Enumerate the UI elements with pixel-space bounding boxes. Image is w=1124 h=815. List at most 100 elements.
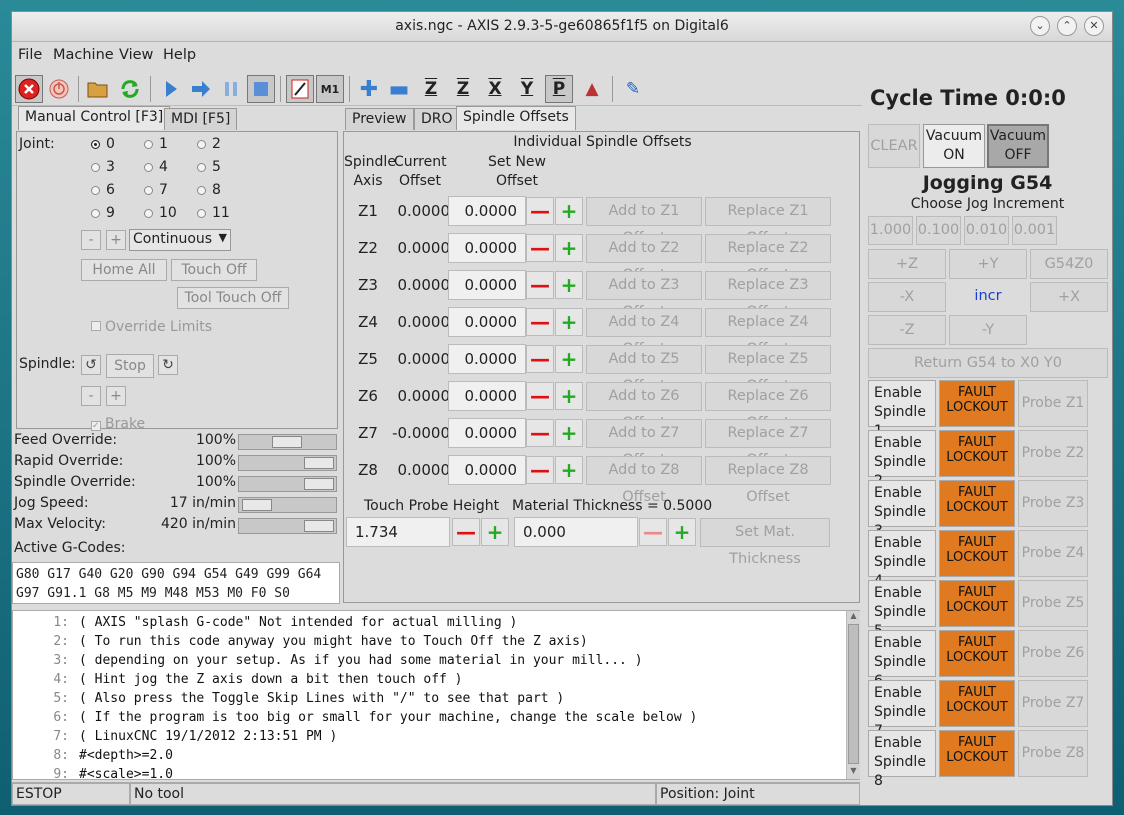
enable-spindle-button[interactable]: Enable Spindle 8: [868, 730, 936, 789]
row-plus-button[interactable]: +: [555, 271, 583, 299]
row-add-offset-button[interactable]: Add to Z6 Offset: [586, 382, 702, 431]
tab-dro[interactable]: DRO: [414, 108, 460, 130]
row-minus-button[interactable]: —: [526, 345, 554, 373]
touch-probe-input[interactable]: 1.734: [346, 517, 450, 547]
override-slider[interactable]: [238, 518, 337, 534]
return-g54-button[interactable]: Return G54 to X0 Y0: [868, 348, 1108, 378]
row-add-offset-button[interactable]: Add to Z3 Offset: [586, 271, 702, 320]
row-plus-button[interactable]: +: [555, 419, 583, 447]
enable-spindle-button[interactable]: EnableSpindle 4: [868, 530, 936, 589]
probe-spindle-button[interactable]: Probe Z7: [1018, 680, 1088, 727]
jog-minus-button[interactable]: -: [81, 230, 101, 250]
row-minus-button[interactable]: —: [526, 234, 554, 262]
probe-spindle-button[interactable]: Probe Z1: [1018, 380, 1088, 427]
row-new-offset-input[interactable]: 0.0000: [448, 455, 526, 485]
row-plus-button[interactable]: +: [555, 197, 583, 225]
set-mat-thickness-button[interactable]: Set Mat. Thickness: [700, 518, 830, 567]
joint-radio-2[interactable]: 2: [197, 136, 221, 152]
menu-help[interactable]: Help: [163, 47, 196, 63]
jog-increment-button[interactable]: 0.001: [1012, 216, 1057, 245]
row-replace-offset-button[interactable]: Replace Z5 Offset: [705, 345, 831, 394]
row-new-offset-input[interactable]: 0.0000: [448, 418, 526, 448]
row-minus-button[interactable]: —: [526, 197, 554, 225]
g54z0-button[interactable]: G54Z0: [1030, 249, 1108, 279]
jog-plus-z-button[interactable]: +Z: [868, 249, 946, 279]
row-plus-button[interactable]: +: [555, 308, 583, 336]
slider-thumb[interactable]: [304, 457, 334, 469]
code-scrollbar[interactable]: ▲ ▼: [846, 611, 860, 779]
row-new-offset-input[interactable]: 0.0000: [448, 344, 526, 374]
view-x-icon[interactable]: X: [481, 75, 509, 103]
row-add-offset-button[interactable]: Add to Z5 Offset: [586, 345, 702, 394]
material-minus-button[interactable]: —: [639, 518, 667, 546]
jog-increment-button[interactable]: 1.000: [868, 216, 913, 245]
run-icon[interactable]: [157, 75, 185, 103]
jog-minus-z-button[interactable]: -Z: [868, 315, 946, 345]
row-plus-button[interactable]: +: [555, 456, 583, 484]
row-minus-button[interactable]: —: [526, 308, 554, 336]
joint-radio-6[interactable]: 6: [91, 182, 115, 198]
close-icon[interactable]: ✕: [1084, 16, 1104, 36]
material-plus-button[interactable]: +: [668, 518, 696, 546]
zoom-in-icon[interactable]: ✚: [355, 75, 383, 103]
rotate-view-icon[interactable]: ▲: [578, 75, 606, 103]
row-plus-button[interactable]: +: [555, 345, 583, 373]
spindle-ccw-icon[interactable]: ↺: [81, 355, 101, 375]
estop-icon[interactable]: [15, 75, 43, 103]
joint-radio-5[interactable]: 5: [197, 159, 221, 175]
menu-machine[interactable]: Machine: [53, 47, 114, 63]
touch-probe-minus-button[interactable]: —: [452, 518, 480, 546]
view-z2-icon[interactable]: Z: [449, 75, 477, 103]
row-replace-offset-button[interactable]: Replace Z8 Offset: [705, 456, 831, 505]
touch-probe-plus-button[interactable]: +: [481, 518, 509, 546]
row-add-offset-button[interactable]: Add to Z7 Offset: [586, 419, 702, 468]
jog-increment-button[interactable]: 0.010: [964, 216, 1009, 245]
jog-plus-x-button[interactable]: +X: [1030, 282, 1108, 312]
tab-preview[interactable]: Preview: [345, 108, 414, 130]
enable-spindle-button[interactable]: EnableSpindle 6: [868, 630, 936, 689]
probe-spindle-button[interactable]: Probe Z5: [1018, 580, 1088, 627]
jog-minus-y-button[interactable]: -Y: [949, 315, 1027, 345]
pause-icon[interactable]: [217, 75, 245, 103]
jog-minus-x-button[interactable]: -X: [868, 282, 946, 312]
override-limits-checkbox[interactable]: Override Limits: [91, 319, 212, 335]
spindle-plus-button[interactable]: +: [106, 386, 126, 406]
row-minus-button[interactable]: —: [526, 456, 554, 484]
override-slider[interactable]: [238, 476, 337, 492]
joint-radio-7[interactable]: 7: [144, 182, 168, 198]
row-add-offset-button[interactable]: Add to Z8 Offset: [586, 456, 702, 505]
enable-spindle-button[interactable]: EnableSpindle 1: [868, 380, 936, 439]
home-all-button[interactable]: Home All: [81, 259, 167, 281]
brake-checkbox[interactable]: ✓ Brake: [91, 416, 145, 432]
menu-view[interactable]: View: [119, 47, 153, 63]
step-icon[interactable]: [187, 75, 215, 103]
slider-thumb[interactable]: [304, 520, 334, 532]
spindle-stop-button[interactable]: Stop: [106, 354, 154, 378]
row-replace-offset-button[interactable]: Replace Z3 Offset: [705, 271, 831, 320]
override-slider[interactable]: [238, 497, 337, 513]
joint-radio-10[interactable]: 10: [144, 205, 177, 221]
enable-spindle-button[interactable]: EnableSpindle 2: [868, 430, 936, 489]
probe-spindle-button[interactable]: Probe Z6: [1018, 630, 1088, 677]
open-file-icon[interactable]: [84, 75, 112, 103]
row-new-offset-input[interactable]: 0.0000: [448, 381, 526, 411]
view-p-icon[interactable]: P: [545, 75, 573, 103]
tab-mdi[interactable]: MDI [F5]: [164, 108, 238, 130]
jog-mode-select[interactable]: Continuous ▼: [129, 229, 231, 251]
probe-spindle-button[interactable]: Probe Z8: [1018, 730, 1088, 777]
probe-spindle-button[interactable]: Probe Z2: [1018, 430, 1088, 477]
row-replace-offset-button[interactable]: Replace Z7 Offset: [705, 419, 831, 468]
probe-spindle-button[interactable]: Probe Z4: [1018, 530, 1088, 577]
row-minus-button[interactable]: —: [526, 271, 554, 299]
enable-spindle-button[interactable]: EnableSpindle 3: [868, 480, 936, 539]
joint-radio-11[interactable]: 11: [197, 205, 230, 221]
view-y-icon[interactable]: Y: [513, 75, 541, 103]
material-thickness-input[interactable]: 0.000: [514, 517, 638, 547]
scroll-thumb[interactable]: [848, 624, 859, 764]
clear-button[interactable]: CLEAR: [868, 124, 920, 168]
row-new-offset-input[interactable]: 0.0000: [448, 196, 526, 226]
power-icon[interactable]: [45, 75, 73, 103]
row-minus-button[interactable]: —: [526, 382, 554, 410]
row-replace-offset-button[interactable]: Replace Z1 Offset: [705, 197, 831, 246]
gcode-text-area[interactable]: 1: ( AXIS "splash G-code" Not intended fo…: [12, 610, 860, 780]
